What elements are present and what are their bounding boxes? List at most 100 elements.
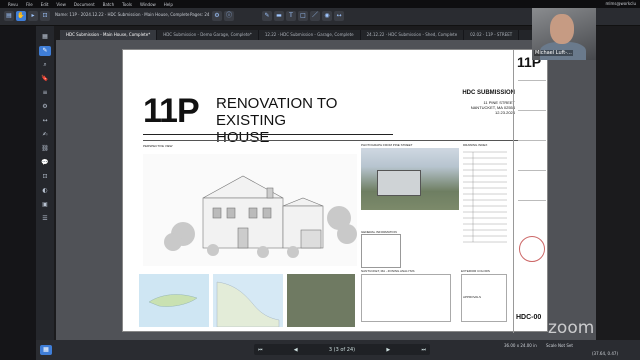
tool-chest-icon[interactable]: ▣ bbox=[39, 200, 51, 210]
mac-user-status: mlms@workclu bbox=[605, 1, 636, 6]
menu-item-view[interactable]: View bbox=[56, 2, 66, 7]
page-navigator[interactable]: ⏮ ◀ 3 (3 of 24) ▶ ⏭ bbox=[254, 344, 430, 355]
zoning-label: NANTUCKET, MA - ZONING ANALYSIS bbox=[361, 269, 415, 273]
section-rule bbox=[143, 140, 521, 141]
measurements-icon[interactable]: ↔ bbox=[39, 116, 51, 126]
camera-icon[interactable]: ⊡ bbox=[39, 172, 51, 182]
title-rule bbox=[143, 134, 393, 135]
participant-name: Michael Luft-... bbox=[534, 50, 573, 56]
tb-divider bbox=[518, 140, 546, 141]
menu-item-revu[interactable]: Revu bbox=[8, 2, 18, 7]
tab-main-house[interactable]: HDC Submission - Main House, Complete* bbox=[60, 30, 158, 40]
locus-map-town bbox=[213, 274, 283, 328]
menu-item-edit[interactable]: Edit bbox=[41, 2, 49, 7]
search-icon[interactable]: ⌕ bbox=[39, 60, 51, 70]
stamp-circle bbox=[519, 236, 545, 262]
links-icon[interactable]: ⛓ bbox=[39, 144, 51, 154]
perspective-rendering bbox=[143, 154, 357, 266]
locus-map-island bbox=[139, 274, 209, 327]
stamp-icon[interactable]: ◉ bbox=[322, 11, 332, 21]
approvals-label: APPROVALS bbox=[463, 295, 481, 299]
document-title: Name: 11P · 2024.12.22 · HDC Submission … bbox=[55, 12, 190, 17]
photo-house-shape bbox=[377, 170, 421, 196]
tab-shed[interactable]: 24.12.22 · HDC Submission - Shed, Comple… bbox=[361, 30, 465, 40]
menu-item-file[interactable]: File bbox=[26, 2, 33, 7]
next-page-icon[interactable]: ▶ bbox=[386, 347, 390, 353]
select-tool-icon[interactable]: ▸ bbox=[28, 11, 38, 21]
sheet-number-large: 11P bbox=[143, 92, 200, 130]
properties-icon[interactable]: ⚙ bbox=[39, 102, 51, 112]
tab-demo-garage[interactable]: HDC Submission - Demo Garage, Complete* bbox=[157, 30, 259, 40]
drawing-index-label: DRAWING INDEX bbox=[463, 143, 488, 147]
info-icon[interactable]: ⓘ bbox=[224, 11, 234, 21]
drawing-index-table bbox=[463, 148, 507, 246]
title-block: 11P HDC-00 bbox=[513, 50, 549, 333]
menu-item-batch[interactable]: Batch bbox=[103, 2, 115, 7]
shape-tool-icon[interactable]: □ bbox=[298, 11, 308, 21]
menu-item-document[interactable]: Document bbox=[74, 2, 95, 7]
status-bar: ▦ ⏮ ◀ 3 (3 of 24) ▶ ⏭ 36.00 x 24.00 in S… bbox=[36, 340, 640, 360]
house-drawing-icon bbox=[164, 175, 357, 258]
island-map-icon bbox=[148, 294, 198, 307]
index-table-lines bbox=[463, 151, 507, 243]
menu-item-help[interactable]: Help bbox=[164, 2, 173, 7]
exterior-colors-table: APPROVALS bbox=[461, 274, 507, 322]
drawing-sheet[interactable]: 11P RENOVATION TO EXISTING HOUSE HDC SUB… bbox=[122, 49, 549, 333]
highlight-icon[interactable]: ▬ bbox=[274, 11, 284, 21]
zoning-table bbox=[361, 274, 451, 322]
tb-divider bbox=[518, 200, 546, 201]
person-head bbox=[550, 14, 574, 44]
submission-date: 12.23.2024 bbox=[494, 110, 515, 115]
tb-divider bbox=[518, 170, 546, 171]
comments-icon[interactable]: 💬 bbox=[39, 158, 51, 168]
pan-tool-icon[interactable]: ✋ bbox=[16, 11, 26, 21]
town-map-icon bbox=[216, 281, 280, 328]
tab-street[interactable]: 02.02 · 11P - STREET bbox=[464, 30, 520, 40]
tab-garage[interactable]: 12.22 · HDC Submission - Garage, Complet… bbox=[259, 30, 361, 40]
menu-item-window[interactable]: Window bbox=[140, 2, 156, 7]
sheet-title-line1: RENOVATION TO EXISTING bbox=[216, 95, 338, 129]
tb-divider bbox=[518, 80, 546, 81]
submission-block: HDC SUBMISSION 11 PINE STREET NANTUCKET,… bbox=[415, 90, 515, 115]
page-indicator[interactable]: 3 (3 of 24) bbox=[329, 347, 355, 353]
text-tool-icon[interactable]: T bbox=[286, 11, 296, 21]
markups-icon[interactable]: ✎ bbox=[39, 46, 51, 56]
sheet-title: RENOVATION TO EXISTING HOUSE bbox=[216, 95, 386, 146]
menu-item-tools[interactable]: Tools bbox=[122, 2, 132, 7]
aerial-photo bbox=[287, 274, 355, 327]
prev-page-icon[interactable]: ◀ bbox=[294, 347, 298, 353]
snapshot-icon[interactable]: ⊡ bbox=[40, 11, 50, 21]
folder-icon[interactable]: ▤ bbox=[4, 11, 14, 21]
pages-count: Pages: 24 bbox=[190, 12, 210, 17]
settings-icon[interactable]: ⚙ bbox=[212, 11, 222, 21]
tb-divider bbox=[518, 110, 546, 111]
line-tool-icon[interactable]: ／ bbox=[310, 11, 320, 21]
left-tool-panel: ▦ ✎ ⌕ 🔖 ≡ ⚙ ↔ ✍ ⛓ 💬 ⊡ ◐ ▣ ☰ bbox=[36, 26, 54, 346]
last-page-icon[interactable]: ⏭ bbox=[421, 347, 426, 353]
signatures-icon[interactable]: ✍ bbox=[39, 130, 51, 140]
sheet-size: 36.00 x 24.00 in bbox=[504, 343, 537, 348]
pencil-icon[interactable]: ✎ bbox=[262, 11, 272, 21]
zoom-video-tile[interactable]: Michael Luft-... bbox=[532, 8, 596, 60]
measure-icon[interactable]: ↔ bbox=[334, 11, 344, 21]
sheet-list-icon[interactable]: ☰ bbox=[39, 214, 51, 224]
sheet-id: HDC-00 bbox=[516, 314, 542, 321]
perspective-label: PERSPECTIVE VIEW bbox=[143, 144, 173, 148]
color-icon[interactable]: ◐ bbox=[39, 186, 51, 196]
photo-label: PHOTOGRAPH FROM PINE STREET bbox=[361, 143, 413, 147]
exterior-colors-label: EXTERIOR COLORS bbox=[461, 269, 490, 273]
zoom-watermark: zoom bbox=[548, 318, 595, 338]
street-photograph bbox=[361, 148, 459, 210]
first-page-icon[interactable]: ⏮ bbox=[258, 347, 263, 353]
grid-icon[interactable]: ▦ bbox=[40, 345, 52, 355]
scale-indicator[interactable]: Scale Not Set bbox=[546, 343, 573, 348]
left-edge-panel bbox=[0, 8, 36, 360]
thumbnails-icon[interactable]: ▦ bbox=[39, 32, 51, 42]
general-info-table bbox=[361, 234, 401, 268]
mac-menu-bar: Revu File Edit View Document Batch Tools… bbox=[0, 0, 640, 8]
cursor-coords: (37.64, 0.47) bbox=[592, 351, 619, 356]
document-tabs: HDC Submission - Main House, Complete* H… bbox=[60, 30, 580, 40]
bookmarks-icon[interactable]: 🔖 bbox=[39, 74, 51, 84]
submission-title: HDC SUBMISSION bbox=[462, 90, 515, 96]
layers-icon[interactable]: ≡ bbox=[39, 88, 51, 98]
